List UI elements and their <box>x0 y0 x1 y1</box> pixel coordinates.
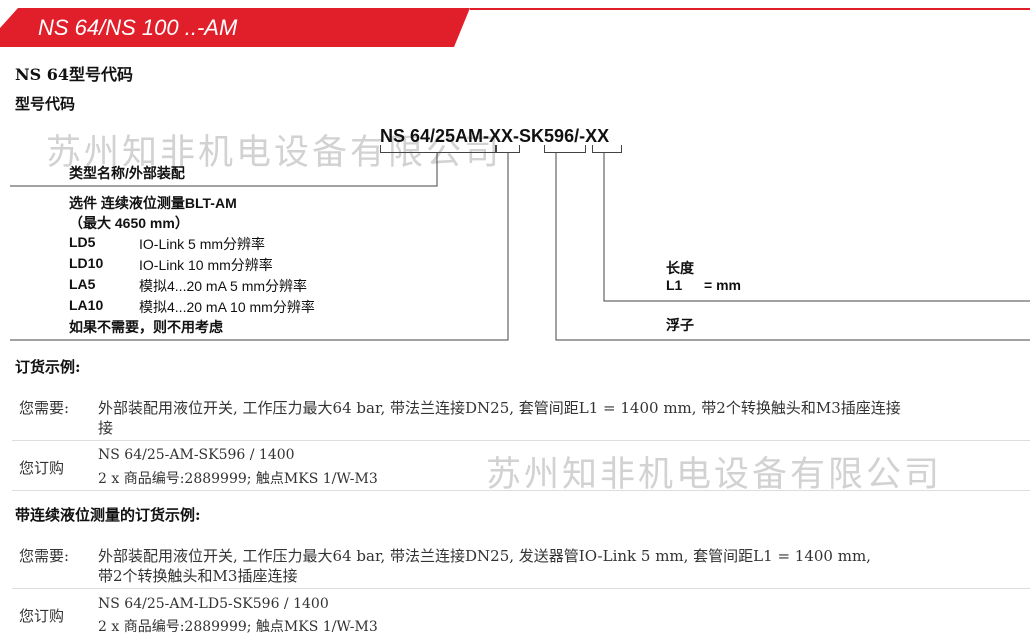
need-label: 您需要: <box>19 399 70 417</box>
need-text: 外部装配用液位开关, 工作压力最大64 bar, 带法兰连接DN25, 套管间距… <box>98 399 901 417</box>
option-code: LA10 <box>69 297 104 313</box>
option-desc: IO-Link 5 mm分辨率 <box>139 236 266 252</box>
options-title: 选件 连续液位测量BLT-AM <box>69 195 237 211</box>
order-detail: 2 x 商品编号:2889999; 触点MKS 1/W-M3 <box>98 619 378 635</box>
option-code: LD10 <box>69 255 104 271</box>
option-code: LD5 <box>69 234 96 250</box>
length-code: L1 <box>666 277 683 293</box>
order-label: 您订购 <box>19 607 65 625</box>
float-label: 浮子 <box>666 317 694 333</box>
need-label: 您需要: <box>19 547 70 565</box>
example1-title: 订货示例: <box>15 358 81 376</box>
option-desc: 模拟4...20 mA 10 mm分辨率 <box>139 299 315 315</box>
need-text: 带2个转换触头和M3插座连接 <box>98 567 298 585</box>
length-unit: = mm <box>704 277 741 293</box>
need-text: 接 <box>98 419 114 437</box>
option-desc: IO-Link 10 mm分辨率 <box>139 257 273 273</box>
need-text: 外部装配用液位开关, 工作压力最大64 bar, 带法兰连接DN25, 发送器管… <box>98 547 871 565</box>
order-code: NS 64/25-AM-LD5-SK596 / 1400 <box>98 596 329 612</box>
divider <box>12 588 1030 589</box>
example2-title: 带连续液位测量的订货示例: <box>15 506 201 524</box>
option-desc: 模拟4...20 mA 5 mm分辨率 <box>139 278 308 294</box>
option-code: LA5 <box>69 276 96 292</box>
options-subtitle: （最大 4650 mm） <box>69 215 189 231</box>
length-label: 长度 <box>666 260 694 276</box>
divider <box>12 440 1030 441</box>
divider <box>12 490 1030 491</box>
type-label: 类型名称/外部装配 <box>69 165 185 181</box>
order-code: NS 64/25-AM-SK596 / 1400 <box>98 447 295 463</box>
options-note: 如果不需要，则不用考虑 <box>69 319 223 335</box>
order-label: 您订购 <box>19 459 65 477</box>
order-detail: 2 x 商品编号:2889999; 触点MKS 1/W-M3 <box>98 471 378 487</box>
